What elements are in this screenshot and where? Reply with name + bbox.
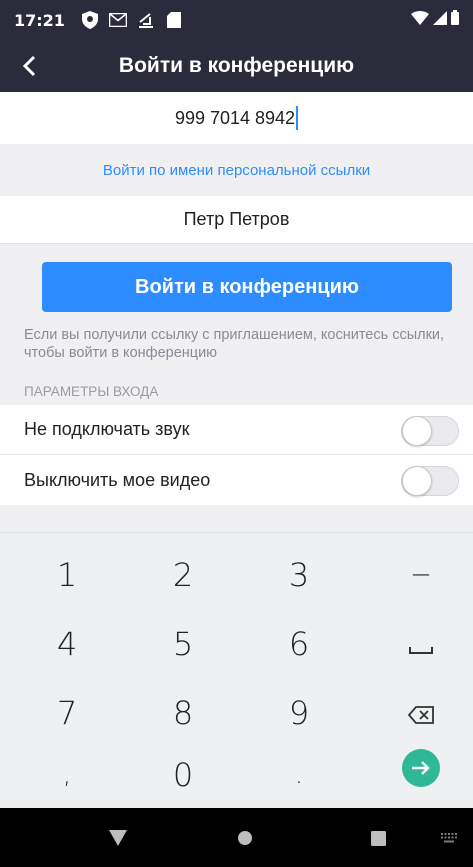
system-nav-bar — [0, 808, 473, 867]
join-options-section-title: ПАРАМЕТРЫ ВХОДА — [24, 384, 159, 399]
personal-link-button[interactable]: Войти по имени персональной ссылки — [0, 144, 473, 196]
key-4[interactable]: 4 — [8, 609, 126, 678]
status-time: 17:21 — [14, 10, 65, 30]
display-name-value: Петр Петров — [183, 209, 290, 229]
page-title: Войти в конференцию — [118, 54, 355, 77]
join-meeting-button[interactable]: Войти в конференцию — [42, 262, 452, 312]
key-comma[interactable]: , — [8, 740, 126, 809]
download-icon — [135, 9, 157, 31]
key-0[interactable]: 0 — [124, 740, 242, 809]
numeric-keypad: 1 2 3 − 4 5 6 7 8 9 , 0 . — [0, 532, 473, 808]
personal-link-label: Войти по имени персональной ссылки — [102, 161, 371, 179]
option-no-video: Выключить мое видео — [0, 455, 473, 505]
go-arrow-icon — [402, 748, 440, 787]
key-2[interactable]: 2 — [124, 540, 242, 609]
sd-card-icon — [163, 9, 185, 31]
wifi-icon — [411, 10, 429, 30]
keyboard-icon[interactable] — [434, 823, 464, 853]
key-1[interactable]: 1 — [8, 540, 126, 609]
recents-square-icon[interactable] — [363, 823, 393, 853]
back-triangle-icon[interactable] — [103, 823, 133, 853]
battery-icon — [451, 10, 459, 30]
shield-icon — [79, 9, 101, 31]
status-bar: 17:21 — [0, 0, 473, 40]
signal-icon — [433, 10, 447, 30]
key-5[interactable]: 5 — [124, 609, 242, 678]
text-caret — [296, 106, 299, 130]
key-period[interactable]: . — [240, 740, 358, 809]
key-3[interactable]: 3 — [240, 540, 358, 609]
key-7[interactable]: 7 — [8, 678, 126, 747]
no-video-toggle[interactable] — [401, 466, 459, 496]
option-no-audio: Не подключать звук — [0, 405, 473, 455]
key-6[interactable]: 6 — [240, 609, 358, 678]
meeting-id-input[interactable]: 999 7014 8942 — [0, 92, 473, 144]
option-no-video-label: Выключить мое видео — [24, 469, 211, 490]
join-meeting-label: Войти в конференцию — [135, 275, 359, 298]
key-space[interactable] — [362, 609, 473, 678]
option-no-audio-label: Не подключать звук — [24, 419, 190, 439]
key-go[interactable] — [362, 733, 473, 802]
backspace-icon — [407, 694, 434, 732]
toggle-knob — [402, 466, 432, 496]
gmail-icon — [107, 9, 129, 31]
toggle-knob — [402, 416, 432, 446]
display-name-input[interactable]: Петр Петров — [0, 196, 473, 244]
home-circle-icon[interactable] — [230, 823, 260, 853]
key-minus[interactable]: − — [362, 540, 473, 609]
app-bar: Войти в конференцию — [0, 40, 473, 92]
space-icon — [409, 625, 433, 663]
key-9[interactable]: 9 — [240, 678, 358, 747]
chevron-left-icon[interactable] — [14, 51, 44, 81]
meeting-id-value: 999 7014 8942 — [174, 107, 296, 128]
key-8[interactable]: 8 — [124, 678, 242, 747]
invite-hint-text: Если вы получили ссылку с приглашением, … — [24, 327, 445, 361]
no-audio-toggle[interactable] — [401, 416, 459, 446]
